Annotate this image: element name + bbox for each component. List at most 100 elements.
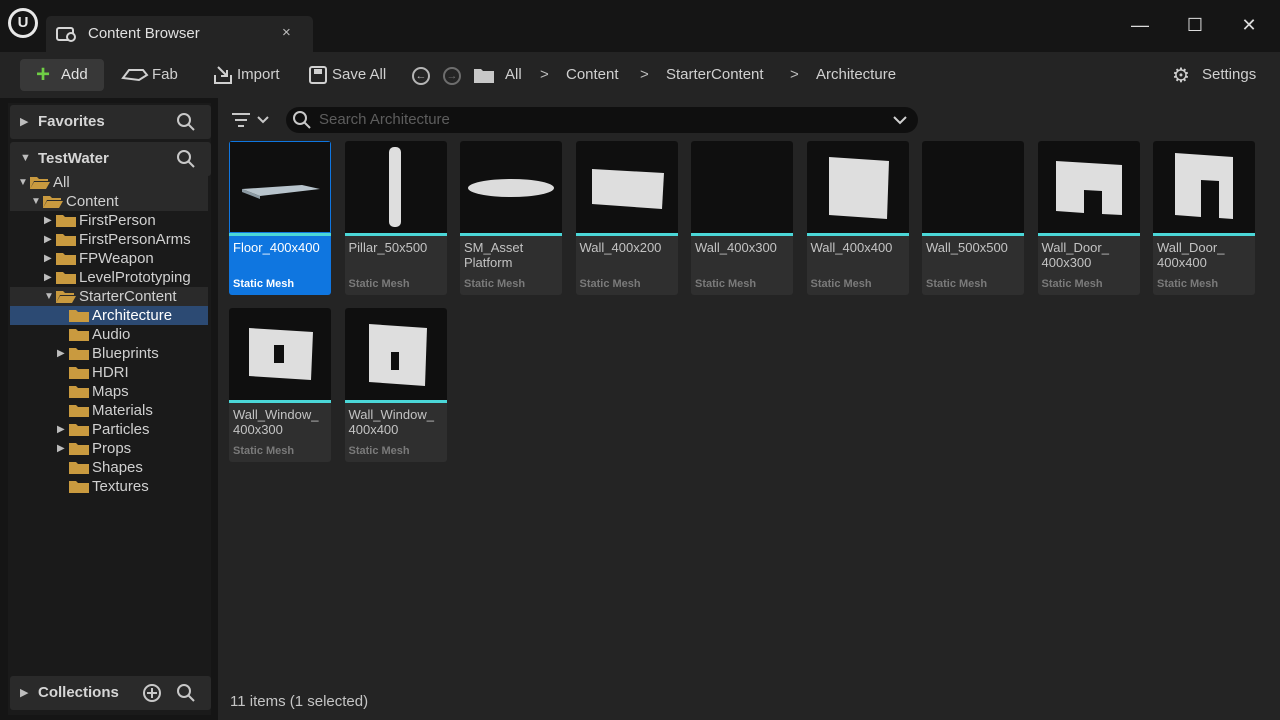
asset-tile[interactable]: Wall_Door_ 400x400 Static Mesh xyxy=(1153,141,1255,295)
asset-tile[interactable]: Wall_Door_ 400x300 Static Mesh xyxy=(1037,141,1140,295)
minimize-button[interactable]: — xyxy=(1125,12,1155,38)
tree-item-textures[interactable]: Textures xyxy=(10,477,208,496)
asset-tile[interactable]: Wall_400x400 Static Mesh xyxy=(806,141,909,295)
maximize-button[interactable]: ☐ xyxy=(1180,12,1210,38)
expand-arrow-icon[interactable]: ▶ xyxy=(57,344,65,363)
tree-item-materials[interactable]: Materials xyxy=(10,401,208,420)
tree-item-props[interactable]: ▶ Props xyxy=(10,439,208,458)
expand-arrow-icon[interactable]: ▶ xyxy=(44,268,52,287)
collapse-arrow-icon[interactable]: ▼ xyxy=(20,152,31,164)
asset-tile[interactable]: Wall_Window_ 400x400 Static Mesh xyxy=(344,308,447,462)
breadcrumb-startercontent[interactable]: StarterContent xyxy=(666,66,764,83)
expand-arrow-icon[interactable]: ▶ xyxy=(44,211,52,230)
folder-tree: ▼ All ▼ Content ▶ FirstPerson ▶ FirstPersonArms… xyxy=(10,173,211,593)
breadcrumb-architecture[interactable]: Architecture xyxy=(816,66,896,83)
tree-item-all[interactable]: ▼ All xyxy=(10,173,208,192)
asset-type-bar xyxy=(344,400,447,403)
static-mesh-preview-icon xyxy=(828,157,889,219)
asset-tile[interactable]: Wall_Window_ 400x300 Static Mesh xyxy=(229,308,331,462)
search-icon[interactable] xyxy=(176,683,196,703)
asset-tile[interactable]: Wall_400x200 Static Mesh xyxy=(575,141,678,295)
collapse-arrow-icon[interactable]: ▼ xyxy=(44,287,54,306)
project-label: TestWater xyxy=(38,150,109,167)
asset-type-label: Static Mesh xyxy=(1041,278,1103,290)
collapse-arrow-icon[interactable]: ▼ xyxy=(18,173,28,192)
unreal-logo-icon[interactable]: U xyxy=(8,8,38,38)
expand-arrow-icon[interactable]: ▶ xyxy=(57,439,65,458)
tree-item-startercontent[interactable]: ▼ StarterContent xyxy=(10,287,208,306)
asset-type-label: Static Mesh xyxy=(810,278,872,290)
expand-arrow-icon[interactable]: ▶ xyxy=(57,420,65,439)
static-mesh-preview-icon xyxy=(591,169,664,209)
search-icon[interactable] xyxy=(176,112,196,132)
folder-icon xyxy=(69,348,89,360)
tree-item-blueprints[interactable]: ▶ Blueprints xyxy=(10,344,208,363)
tree-item-audio[interactable]: Audio xyxy=(10,325,208,344)
back-arrow-icon[interactable]: ← xyxy=(412,67,430,85)
settings-button[interactable]: Settings xyxy=(1202,66,1256,83)
collapse-arrow-icon[interactable]: ▼ xyxy=(31,192,41,211)
import-button[interactable]: Import xyxy=(237,66,280,83)
folder-icon xyxy=(69,386,89,398)
tree-item-label: FirstPerson xyxy=(79,212,156,229)
tree-item-label: StarterContent xyxy=(79,288,177,305)
favorites-header[interactable]: ▶ Favorites xyxy=(10,105,211,139)
add-button[interactable]: + Add xyxy=(20,59,104,91)
tree-item-shapes[interactable]: Shapes xyxy=(10,458,208,477)
tree-item-label: Maps xyxy=(92,383,129,400)
expand-arrow-icon[interactable]: ▶ xyxy=(44,230,52,249)
tree-item-levelprototyping[interactable]: ▶ LevelPrototyping xyxy=(10,268,208,287)
folder-icon[interactable] xyxy=(473,66,495,84)
save-all-icon[interactable] xyxy=(309,66,327,84)
asset-thumbnail xyxy=(1153,141,1255,233)
asset-tile[interactable]: Floor_400x400 Static Mesh xyxy=(229,141,331,295)
forward-arrow-icon[interactable]: → xyxy=(443,67,461,85)
asset-tile[interactable]: SM_Asset Platform Static Mesh xyxy=(460,141,562,295)
folder-icon xyxy=(69,462,89,474)
tree-item-architecture[interactable]: Architecture xyxy=(10,306,208,325)
folder-icon xyxy=(69,329,89,341)
breadcrumb-content[interactable]: Content xyxy=(566,66,619,83)
status-text: 11 items (1 selected) xyxy=(230,693,369,710)
folder-icon xyxy=(56,215,76,227)
tree-item-label: Blueprints xyxy=(92,345,159,362)
tree-item-firstpersonarms[interactable]: ▶ FirstPersonArms xyxy=(10,230,208,249)
tree-item-label: FirstPersonArms xyxy=(79,231,191,248)
project-header[interactable]: ▼ TestWater xyxy=(10,142,211,176)
collections-label: Collections xyxy=(38,684,119,701)
asset-tile[interactable]: Wall_400x300 Static Mesh xyxy=(691,141,793,295)
asset-name: Wall_400x200 xyxy=(579,240,662,255)
tree-item-firstperson[interactable]: ▶ FirstPerson xyxy=(10,211,208,230)
tab-title: Content Browser xyxy=(88,25,200,42)
add-collection-icon[interactable] xyxy=(142,683,162,703)
gear-icon[interactable]: ⚙ xyxy=(1172,63,1190,88)
asset-tile[interactable]: Pillar_50x500 Static Mesh xyxy=(344,141,447,295)
tree-item-fpweapon[interactable]: ▶ FPWeapon xyxy=(10,249,208,268)
import-icon[interactable] xyxy=(212,65,234,85)
tab-close-icon[interactable]: × xyxy=(282,24,291,41)
tree-item-particles[interactable]: ▶ Particles xyxy=(10,420,208,439)
collections-header[interactable]: ▶ Collections xyxy=(10,676,211,710)
asset-name: Wall_500x500 xyxy=(926,240,1008,255)
tree-item-hdri[interactable]: HDRI xyxy=(10,363,208,382)
asset-thumbnail xyxy=(806,141,909,233)
search-icon[interactable] xyxy=(176,149,196,169)
asset-type-bar xyxy=(344,233,447,236)
asset-tile[interactable]: Wall_500x500 Static Mesh xyxy=(922,141,1024,295)
tree-item-label: LevelPrototyping xyxy=(79,269,191,286)
expand-arrow-icon[interactable]: ▶ xyxy=(20,115,28,128)
save-all-button[interactable]: Save All xyxy=(332,66,386,83)
expand-arrow-icon[interactable]: ▶ xyxy=(44,249,52,268)
tree-item-maps[interactable]: Maps xyxy=(10,382,208,401)
asset-thumbnail xyxy=(922,141,1024,233)
tree-item-label: Materials xyxy=(92,402,153,419)
tree-item-content[interactable]: ▼ Content xyxy=(10,192,208,211)
breadcrumb-all[interactable]: All xyxy=(505,66,522,83)
tab-content-browser[interactable]: Content Browser × xyxy=(46,16,313,52)
asset-thumbnail xyxy=(691,141,793,233)
expand-arrow-icon[interactable]: ▶ xyxy=(20,686,28,699)
close-window-button[interactable]: ✕ xyxy=(1234,12,1264,38)
fab-button[interactable]: Fab xyxy=(152,66,178,83)
fab-icon[interactable] xyxy=(121,66,149,84)
asset-type-bar xyxy=(922,233,1024,236)
